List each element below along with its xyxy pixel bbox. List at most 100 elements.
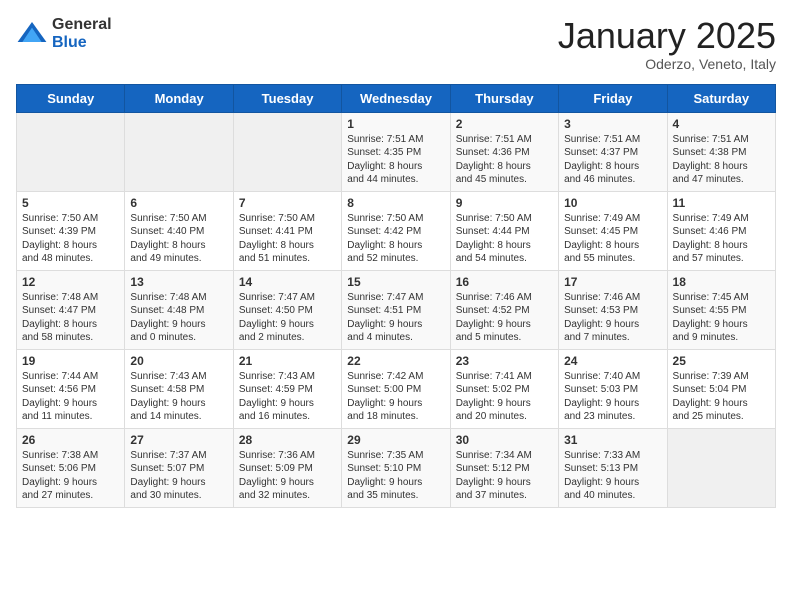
calendar-cell: 14Sunrise: 7:47 AM Sunset: 4:50 PM Dayli…	[233, 270, 341, 349]
day-number: 20	[130, 354, 227, 368]
day-number: 9	[456, 196, 553, 210]
day-info: Sunrise: 7:43 AM Sunset: 4:59 PM Dayligh…	[239, 370, 336, 424]
logo-blue: Blue	[52, 34, 112, 52]
calendar-cell: 24 Sunrise: 7:40 AM Sunset: 5:03 PM Dayli…	[559, 349, 667, 428]
day-info: Sunrise: 7:50 AM Sunset: 4:40 PM Dayligh…	[130, 212, 227, 266]
calendar-cell: 21Sunrise: 7:43 AM Sunset: 4:59 PM Dayli…	[233, 349, 341, 428]
day-info: Sunrise: 7:51 AM Sunset: 4:36 PM Dayligh…	[456, 133, 553, 187]
week-row-5: 26Sunrise: 7:38 AM Sunset: 5:06 PM Dayli…	[17, 428, 776, 507]
calendar-cell: 9 Sunrise: 7:50 AM Sunset: 4:44 PM Daylig…	[450, 191, 558, 270]
day-info: Sunrise: 7:45 AM Sunset: 4:55 PM Dayligh…	[673, 291, 770, 345]
day-number: 30	[456, 433, 553, 447]
day-info: Sunrise: 7:37 AM Sunset: 5:07 PM Dayligh…	[130, 449, 227, 503]
day-info: Sunrise: 7:36 AM Sunset: 5:09 PM Dayligh…	[239, 449, 336, 503]
calendar-cell: 1Sunrise: 7:51 AM Sunset: 4:35 PM Daylig…	[342, 112, 450, 191]
title-block: January 2025 Oderzo, Veneto, Italy	[558, 16, 776, 72]
week-row-3: 12Sunrise: 7:48 AM Sunset: 4:47 PM Dayli…	[17, 270, 776, 349]
day-number: 28	[239, 433, 336, 447]
calendar-cell: 22Sunrise: 7:42 AM Sunset: 5:00 PM Dayli…	[342, 349, 450, 428]
day-number: 5	[22, 196, 119, 210]
calendar-cell: 26Sunrise: 7:38 AM Sunset: 5:06 PM Dayli…	[17, 428, 125, 507]
day-info: Sunrise: 7:50 AM Sunset: 4:39 PM Dayligh…	[22, 212, 119, 266]
day-info: Sunrise: 7:35 AM Sunset: 5:10 PM Dayligh…	[347, 449, 444, 503]
weekday-header-wednesday: Wednesday	[342, 84, 450, 112]
day-number: 18	[673, 275, 770, 289]
calendar-cell: 4Sunrise: 7:51 AM Sunset: 4:38 PM Daylig…	[667, 112, 775, 191]
day-info: Sunrise: 7:46 AM Sunset: 4:52 PM Dayligh…	[456, 291, 553, 345]
day-number: 12	[22, 275, 119, 289]
day-number: 4	[673, 117, 770, 131]
calendar-cell: 18 Sunrise: 7:45 AM Sunset: 4:55 PM Dayli…	[667, 270, 775, 349]
day-number: 10	[564, 196, 661, 210]
day-info: Sunrise: 7:41 AM Sunset: 5:02 PM Dayligh…	[456, 370, 553, 424]
calendar-cell: 8Sunrise: 7:50 AM Sunset: 4:42 PM Daylig…	[342, 191, 450, 270]
calendar-cell	[17, 112, 125, 191]
day-number: 23	[456, 354, 553, 368]
day-number: 11	[673, 196, 770, 210]
day-number: 1	[347, 117, 444, 131]
calendar-cell: 10Sunrise: 7:49 AM Sunset: 4:45 PM Dayli…	[559, 191, 667, 270]
day-number: 16	[456, 275, 553, 289]
logo-text: General Blue	[52, 16, 112, 51]
weekday-header-saturday: Saturday	[667, 84, 775, 112]
week-row-4: 19 Sunrise: 7:44 AM Sunset: 4:56 PM Dayli…	[17, 349, 776, 428]
day-info: Sunrise: 7:46 AM Sunset: 4:53 PM Dayligh…	[564, 291, 661, 345]
calendar-cell: 17 Sunrise: 7:46 AM Sunset: 4:53 PM Dayli…	[559, 270, 667, 349]
weekday-header-sunday: Sunday	[17, 84, 125, 112]
month-title: January 2025	[558, 16, 776, 56]
logo-general: General	[52, 16, 112, 34]
day-number: 24	[564, 354, 661, 368]
day-number: 7	[239, 196, 336, 210]
calendar-cell	[125, 112, 233, 191]
day-info: Sunrise: 7:47 AM Sunset: 4:50 PM Dayligh…	[239, 291, 336, 345]
day-info: Sunrise: 7:50 AM Sunset: 4:41 PM Dayligh…	[239, 212, 336, 266]
day-info: Sunrise: 7:49 AM Sunset: 4:46 PM Dayligh…	[673, 212, 770, 266]
calendar-cell: 2 Sunrise: 7:51 AM Sunset: 4:36 PM Daylig…	[450, 112, 558, 191]
day-info: Sunrise: 7:50 AM Sunset: 4:44 PM Dayligh…	[456, 212, 553, 266]
day-number: 29	[347, 433, 444, 447]
calendar-cell: 28 Sunrise: 7:36 AM Sunset: 5:09 PM Dayli…	[233, 428, 341, 507]
day-number: 26	[22, 433, 119, 447]
day-info: Sunrise: 7:47 AM Sunset: 4:51 PM Dayligh…	[347, 291, 444, 345]
logo-icon	[16, 18, 48, 50]
calendar-cell: 11 Sunrise: 7:49 AM Sunset: 4:46 PM Dayli…	[667, 191, 775, 270]
day-number: 13	[130, 275, 227, 289]
day-info: Sunrise: 7:48 AM Sunset: 4:48 PM Dayligh…	[130, 291, 227, 345]
day-number: 8	[347, 196, 444, 210]
calendar-cell: 20 Sunrise: 7:43 AM Sunset: 4:58 PM Dayli…	[125, 349, 233, 428]
day-number: 19	[22, 354, 119, 368]
location: Oderzo, Veneto, Italy	[558, 56, 776, 72]
calendar-cell: 27 Sunrise: 7:37 AM Sunset: 5:07 PM Dayli…	[125, 428, 233, 507]
calendar-cell: 7 Sunrise: 7:50 AM Sunset: 4:41 PM Daylig…	[233, 191, 341, 270]
day-number: 27	[130, 433, 227, 447]
calendar-cell: 13 Sunrise: 7:48 AM Sunset: 4:48 PM Dayli…	[125, 270, 233, 349]
day-info: Sunrise: 7:51 AM Sunset: 4:37 PM Dayligh…	[564, 133, 661, 187]
calendar-cell: 19 Sunrise: 7:44 AM Sunset: 4:56 PM Dayli…	[17, 349, 125, 428]
weekday-header-tuesday: Tuesday	[233, 84, 341, 112]
day-number: 6	[130, 196, 227, 210]
calendar-cell: 12Sunrise: 7:48 AM Sunset: 4:47 PM Dayli…	[17, 270, 125, 349]
day-info: Sunrise: 7:39 AM Sunset: 5:04 PM Dayligh…	[673, 370, 770, 424]
day-info: Sunrise: 7:40 AM Sunset: 5:03 PM Dayligh…	[564, 370, 661, 424]
calendar-cell: 15Sunrise: 7:47 AM Sunset: 4:51 PM Dayli…	[342, 270, 450, 349]
day-number: 31	[564, 433, 661, 447]
weekday-header-thursday: Thursday	[450, 84, 558, 112]
day-info: Sunrise: 7:44 AM Sunset: 4:56 PM Dayligh…	[22, 370, 119, 424]
calendar-cell: 5 Sunrise: 7:50 AM Sunset: 4:39 PM Daylig…	[17, 191, 125, 270]
week-row-2: 5 Sunrise: 7:50 AM Sunset: 4:39 PM Daylig…	[17, 191, 776, 270]
calendar: SundayMondayTuesdayWednesdayThursdayFrid…	[16, 84, 776, 508]
weekday-header-row: SundayMondayTuesdayWednesdayThursdayFrid…	[17, 84, 776, 112]
day-number: 2	[456, 117, 553, 131]
calendar-cell: 23 Sunrise: 7:41 AM Sunset: 5:02 PM Dayli…	[450, 349, 558, 428]
day-info: Sunrise: 7:33 AM Sunset: 5:13 PM Dayligh…	[564, 449, 661, 503]
day-info: Sunrise: 7:34 AM Sunset: 5:12 PM Dayligh…	[456, 449, 553, 503]
day-number: 17	[564, 275, 661, 289]
calendar-cell: 30 Sunrise: 7:34 AM Sunset: 5:12 PM Dayli…	[450, 428, 558, 507]
day-number: 3	[564, 117, 661, 131]
calendar-cell: 3 Sunrise: 7:51 AM Sunset: 4:37 PM Daylig…	[559, 112, 667, 191]
day-info: Sunrise: 7:42 AM Sunset: 5:00 PM Dayligh…	[347, 370, 444, 424]
day-info: Sunrise: 7:43 AM Sunset: 4:58 PM Dayligh…	[130, 370, 227, 424]
calendar-cell: 6 Sunrise: 7:50 AM Sunset: 4:40 PM Daylig…	[125, 191, 233, 270]
week-row-1: 1Sunrise: 7:51 AM Sunset: 4:35 PM Daylig…	[17, 112, 776, 191]
calendar-cell: 25Sunrise: 7:39 AM Sunset: 5:04 PM Dayli…	[667, 349, 775, 428]
